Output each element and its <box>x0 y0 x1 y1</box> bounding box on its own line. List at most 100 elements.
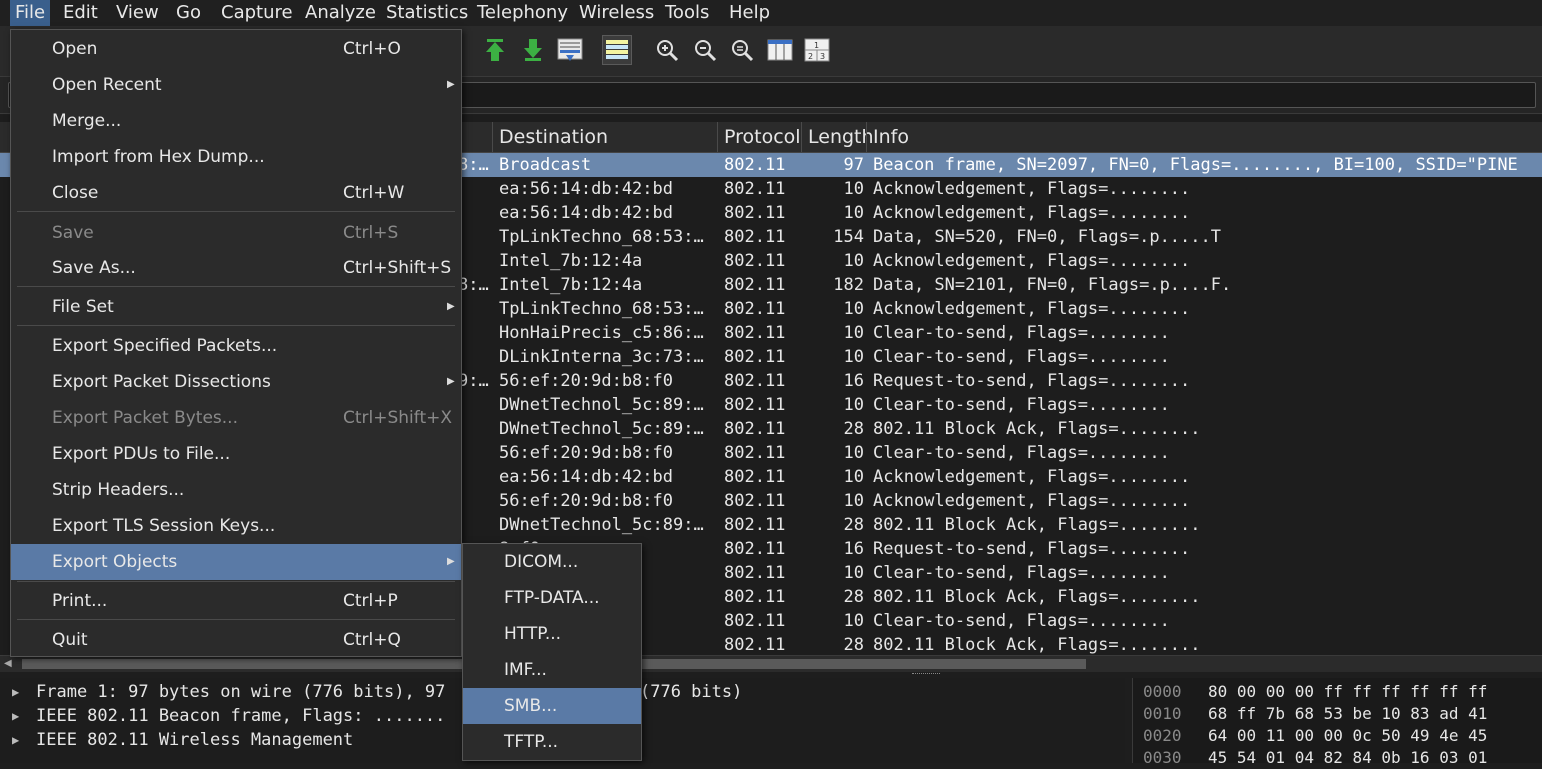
column-header-length[interactable]: Length <box>801 122 874 152</box>
expand-arrow-icon[interactable]: ▶ <box>12 728 19 752</box>
menu-item-ftp-data[interactable]: FTP-DATA... <box>463 580 641 616</box>
menu-item-close[interactable]: Close Ctrl+W <box>11 175 461 211</box>
column-header-protocol[interactable]: Protocol <box>717 122 801 152</box>
packet-destination-cell: 56:ef:20:9d:b8:f0 <box>499 443 673 463</box>
submenu-arrow-icon: ▶ <box>447 376 455 387</box>
packet-length-cell: 10 <box>843 467 864 487</box>
packet-protocol-cell: 802.11 <box>724 467 786 487</box>
menu-wireless[interactable]: Wireless <box>574 0 659 26</box>
menu-item-export-objects[interactable]: Export Objects ▶ <box>11 544 461 580</box>
menu-tools[interactable]: Tools <box>660 0 714 26</box>
packet-source-cell: 8:… <box>458 275 489 295</box>
packet-info-cell: 802.11 Block Ack, Flags=........ <box>873 635 1201 655</box>
menu-statistics[interactable]: Statistics <box>381 0 473 26</box>
packet-protocol-cell: 802.11 <box>724 443 786 463</box>
packet-length-cell: 154 <box>833 227 864 247</box>
menu-item-export-dissections[interactable]: Export Packet Dissections ▶ <box>11 364 461 400</box>
packet-protocol-cell: 802.11 <box>724 611 786 631</box>
menu-item-strip-headers[interactable]: Strip Headers... <box>11 472 461 508</box>
packet-destination-cell: DWnetTechnol_5c:89:… <box>499 515 704 535</box>
menu-telephony[interactable]: Telephony <box>472 0 573 26</box>
auto-scroll-icon[interactable] <box>556 36 584 64</box>
menu-item-save: Save Ctrl+S <box>52 223 399 243</box>
packet-source-cell: 8:… <box>458 155 489 175</box>
packet-destination-cell: DLinkInterna_3c:73:… <box>499 347 704 367</box>
menu-file[interactable]: File <box>10 0 51 26</box>
bytes-row: 0000 80 00 00 00 ff ff ff ff ff ff <box>1143 682 1488 701</box>
zoom-normal-icon[interactable] <box>728 36 756 64</box>
submenu-arrow-icon: ▶ <box>447 556 455 567</box>
menu-separator <box>17 286 455 287</box>
packet-info-cell: 802.11 Block Ack, Flags=........ <box>873 515 1201 535</box>
menu-capture[interactable]: Capture <box>216 0 298 26</box>
packet-info-cell: 802.11 Block Ack, Flags=........ <box>873 587 1201 607</box>
menu-item-import-hex[interactable]: Import from Hex Dump... <box>11 139 461 175</box>
packet-info-cell: Data, SN=2101, FN=0, Flags=.p....F. <box>873 275 1232 295</box>
packet-destination-cell: DWnetTechnol_5c:89:… <box>499 419 704 439</box>
packet-destination-cell: Broadcast <box>499 155 592 175</box>
packet-destination-cell: Intel_7b:12:4a <box>499 251 643 271</box>
menu-item-open[interactable]: Open Ctrl+O <box>11 31 461 67</box>
menu-item-save-as[interactable]: Save As... Ctrl+Shift+S <box>11 250 461 286</box>
menu-item-export-pdus[interactable]: Export PDUs to File... <box>11 436 461 472</box>
menu-item-merge[interactable]: Merge... <box>11 103 461 139</box>
packet-length-cell: 16 <box>843 371 864 391</box>
menu-item-smb[interactable]: SMB... <box>463 688 641 724</box>
packet-length-cell: 10 <box>843 491 864 511</box>
packet-protocol-cell: 802.11 <box>724 155 786 175</box>
packet-info-cell: Acknowledgement, Flags=........ <box>873 467 1191 487</box>
menu-item-print[interactable]: Print... Ctrl+P <box>11 583 461 619</box>
packet-protocol-cell: 802.11 <box>724 539 786 559</box>
menu-separator <box>17 619 455 620</box>
column-header-info[interactable]: Info <box>866 122 1542 152</box>
scroll-left-icon[interactable]: ◀ <box>4 658 12 669</box>
packet-length-cell: 97 <box>843 155 864 175</box>
resize-columns-icon[interactable] <box>766 36 794 64</box>
menu-go[interactable]: Go <box>171 0 206 26</box>
menu-item-export-specified[interactable]: Export Specified Packets... <box>11 328 461 364</box>
menu-item-http[interactable]: HTTP... <box>463 616 641 652</box>
export-objects-submenu: DICOM... FTP-DATA... HTTP... IMF... SMB.… <box>462 543 642 761</box>
packet-length-cell: 10 <box>843 611 864 631</box>
packet-info-cell: Clear-to-send, Flags=........ <box>873 563 1170 583</box>
menu-edit[interactable]: Edit <box>58 0 103 26</box>
column-header-destination[interactable]: Destination <box>492 122 718 152</box>
bytes-row: 0030 45 54 01 04 82 84 0b 16 03 01 <box>1143 748 1488 767</box>
colorize-icon[interactable] <box>602 35 632 65</box>
menu-item-quit[interactable]: Quit Ctrl+Q <box>11 622 461 658</box>
go-last-icon[interactable] <box>519 36 547 64</box>
packet-destination-cell: HonHaiPrecis_c5:86:… <box>499 323 704 343</box>
menu-separator <box>17 325 455 326</box>
packet-info-cell: Request-to-send, Flags=........ <box>873 371 1191 391</box>
packet-protocol-cell: 802.11 <box>724 563 786 583</box>
packet-info-cell: Clear-to-send, Flags=........ <box>873 395 1170 415</box>
layout-icon[interactable]: 123 <box>803 36 831 64</box>
packet-info-cell: Acknowledgement, Flags=........ <box>873 251 1191 271</box>
zoom-in-icon[interactable] <box>653 36 681 64</box>
packet-destination-cell: ea:56:14:db:42:bd <box>499 467 673 487</box>
go-first-icon[interactable] <box>481 36 509 64</box>
menu-item-tftp[interactable]: TFTP... <box>463 724 641 760</box>
packet-protocol-cell: 802.11 <box>724 275 786 295</box>
file-menu: Open Ctrl+O Open Recent ▶ Merge... Import … <box>10 29 462 657</box>
menu-analyze[interactable]: Analyze <box>300 0 381 26</box>
menu-help[interactable]: Help <box>724 0 775 26</box>
bytes-row: 0010 68 ff 7b 68 53 be 10 83 ad 41 <box>1143 704 1488 723</box>
expand-arrow-icon[interactable]: ▶ <box>12 680 19 704</box>
packet-info-cell: Data, SN=520, FN=0, Flags=.p.....T <box>873 227 1221 247</box>
packet-info-cell: Clear-to-send, Flags=........ <box>873 347 1170 367</box>
packet-info-cell: Request-to-send, Flags=........ <box>873 539 1191 559</box>
menu-item-open-recent[interactable]: Open Recent ▶ <box>11 67 461 103</box>
menu-item-dicom[interactable]: DICOM... <box>463 544 641 580</box>
menu-view[interactable]: View <box>111 0 164 26</box>
zoom-out-icon[interactable] <box>691 36 719 64</box>
menu-item-file-set[interactable]: File Set ▶ <box>11 289 461 325</box>
packet-bytes[interactable]: 0000 80 00 00 00 ff ff ff ff ff ff 0010 68… <box>1132 678 1542 767</box>
menu-separator <box>17 581 455 582</box>
packet-length-cell: 10 <box>843 323 864 343</box>
menu-item-imf[interactable]: IMF... <box>463 652 641 688</box>
packet-destination-cell: DWnetTechnol_5c:89:… <box>499 395 704 415</box>
menu-item-export-tls[interactable]: Export TLS Session Keys... <box>11 508 461 544</box>
expand-arrow-icon[interactable]: ▶ <box>12 704 19 728</box>
packet-info-cell: Acknowledgement, Flags=........ <box>873 299 1191 319</box>
